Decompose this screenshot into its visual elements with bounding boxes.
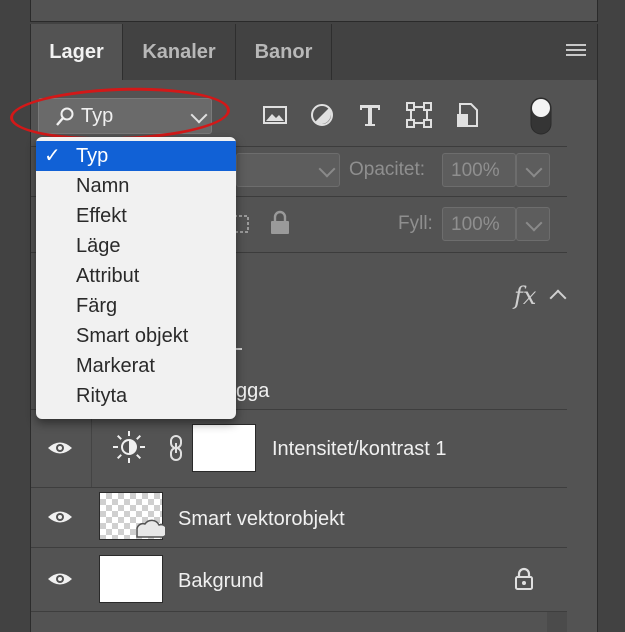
option-label: Smart objekt [76, 325, 189, 347]
chevron-down-icon [525, 160, 543, 178]
option-label: Markerat [76, 355, 155, 377]
option-label: Färg [76, 295, 118, 317]
tab-banor[interactable]: Banor [236, 24, 332, 80]
fill-dropdown-button[interactable] [516, 207, 550, 241]
eye-icon[interactable] [47, 571, 73, 587]
tab-label: Lager [49, 40, 104, 63]
tab-label: Kanaler [142, 40, 216, 63]
chevron-down-icon [525, 214, 543, 232]
fill-input[interactable]: 100% [442, 207, 516, 241]
panel-menu-icon[interactable] [566, 44, 586, 58]
filter-toggle-switch[interactable] [530, 97, 552, 135]
image-filter-icon[interactable] [260, 100, 290, 130]
adjustment-filter-icon[interactable] [307, 100, 337, 130]
option-label: Namn [76, 175, 130, 197]
dropdown-option-rityta[interactable]: Rityta [36, 381, 236, 411]
filter-type-dropdown-menu: ✓ Typ Namn Effekt Läge Attribut Färg Sma… [36, 137, 236, 419]
brightness-contrast-icon [113, 431, 145, 463]
fill-label: Fyll: [398, 213, 433, 234]
eye-icon[interactable] [47, 509, 73, 525]
shape-filter-icon[interactable] [404, 100, 434, 130]
opacity-label: Opacitet: [349, 159, 426, 180]
chevron-down-icon [318, 160, 336, 178]
layer-mask-thumbnail[interactable] [192, 424, 256, 472]
layer-name[interactable]: Bakgrund [178, 570, 264, 593]
lock-icon [515, 567, 533, 590]
layer-name[interactable]: Smart vektorobjekt [178, 508, 345, 531]
fill-value: 100% [451, 214, 500, 235]
option-label: Effekt [76, 205, 127, 227]
eye-icon[interactable] [47, 440, 73, 456]
dropdown-option-farg[interactable]: Färg [36, 291, 236, 321]
tab-kanaler[interactable]: Kanaler [123, 24, 236, 80]
lock-all-icon[interactable] [268, 210, 292, 236]
dropdown-option-attribut[interactable]: Attribut [36, 261, 236, 291]
layer-effects-fx-icon[interactable]: fx [514, 282, 536, 310]
dropdown-option-smart-objekt[interactable]: Smart objekt [36, 321, 236, 351]
opacity-input[interactable]: 100% [442, 153, 516, 187]
dropdown-option-markerat[interactable]: Markerat [36, 351, 236, 381]
type-filter-icon[interactable] [355, 100, 385, 130]
group-layer-name: gga [236, 380, 270, 402]
option-label: Attribut [76, 265, 140, 287]
option-label: Typ [76, 145, 109, 167]
opacity-value: 100% [451, 160, 500, 181]
tab-label: Banor [254, 40, 313, 63]
smart-object-badge-icon [136, 519, 165, 538]
dropdown-option-lage[interactable]: Läge [36, 231, 236, 261]
layer-thumbnail[interactable] [99, 555, 163, 603]
blend-mode-select[interactable] [236, 153, 340, 187]
chain-link-icon[interactable] [168, 434, 184, 462]
dropdown-option-effekt[interactable]: Effekt [36, 201, 236, 231]
previous-panel-edge [30, 0, 598, 22]
smart-object-filter-icon[interactable] [452, 100, 482, 130]
layer-name[interactable]: Intensitet/kontrast 1 [272, 438, 447, 461]
tab-lager[interactable]: Lager [31, 24, 123, 80]
dropdown-option-namn[interactable]: Namn [36, 171, 236, 201]
opacity-dropdown-button[interactable] [516, 153, 550, 187]
option-label: Läge [76, 235, 121, 257]
dropdown-option-typ[interactable]: ✓ Typ [36, 141, 236, 171]
checkmark-icon: ✓ [44, 145, 61, 167]
option-label: Rityta [76, 385, 128, 407]
